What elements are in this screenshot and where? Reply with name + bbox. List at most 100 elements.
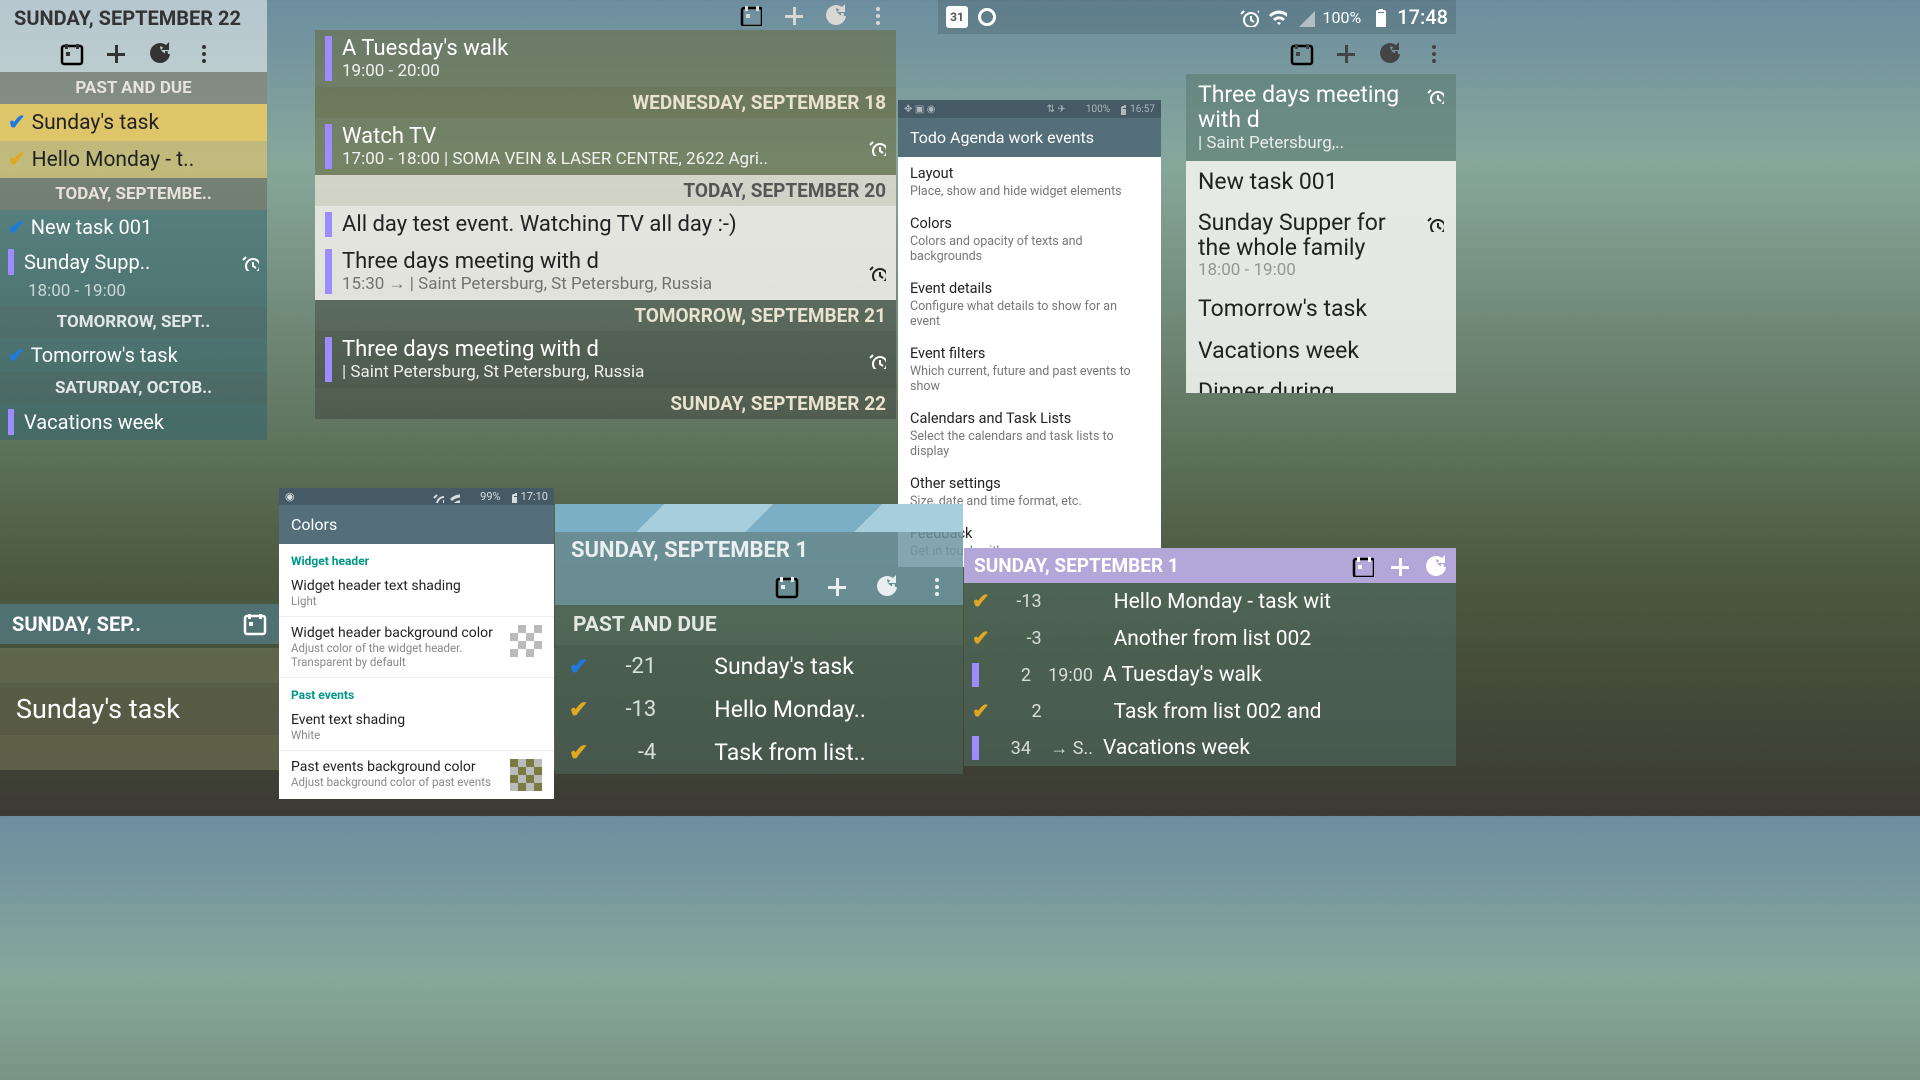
task-row[interactable]: ✔Tomorrow's task [0,338,267,372]
alarm-icon [241,253,259,271]
event-row[interactable]: Watch TV17:00 - 18:00 | SOMA VEIN & LASE… [315,118,896,175]
task-row[interactable]: ✔-4Task from list.. [555,731,963,774]
wifi-icon [1267,7,1287,27]
task-row[interactable]: ✔-13Hello Monday.. [555,688,963,731]
calendar-icon[interactable] [1352,555,1374,577]
task-row[interactable]: ✔2Task from list 002 and [964,693,1456,730]
day-header: TODAY, SEPTEMBER 20 [315,175,896,206]
refresh-icon[interactable] [875,575,899,599]
task-row[interactable]: ✔-13Hello Monday - task wit [964,583,1456,620]
check-icon: ✔ [8,110,26,135]
add-icon[interactable] [825,575,849,599]
event-row[interactable]: Three days meeting with d15:30 → | Saint… [315,243,896,300]
settings-title: Todo Agenda work events [898,118,1161,157]
calendar-icon[interactable] [775,575,799,599]
refresh-icon[interactable] [1424,555,1446,577]
refresh-icon[interactable] [824,4,846,26]
settings-item[interactable]: Event filtersWhich current, future and p… [898,337,1161,402]
overflow-icon[interactable] [192,42,216,66]
section-saturday: SATURDAY, OCTOB.. [0,372,267,404]
color-bar [325,212,332,237]
task-row[interactable]: Sunday Supp..18:00 - 19:00 [0,244,267,306]
color-bar [325,337,332,382]
battery-icon [1369,7,1389,27]
event-row[interactable]: Dinner during [1186,371,1456,393]
refresh-icon[interactable] [148,42,172,66]
task-row[interactable]: ✔-21Sunday's task [555,645,963,688]
day-header: TOMORROW, SEPTEMBER 21 [315,300,896,331]
event-row[interactable]: A Tuesday's walk19:00 - 20:00 [315,30,896,87]
day-header: WEDNESDAY, SEPTEMBER 18 [315,87,896,118]
pref-item[interactable]: Event text shadingWhite [279,704,554,751]
overflow-icon[interactable] [925,575,949,599]
color-swatch [510,625,542,657]
calendar-icon[interactable] [243,612,267,636]
check-icon: ✔ [8,343,25,367]
color-bar [325,36,332,81]
pref-item[interactable]: Widget header background colorAdjust col… [279,617,554,678]
pref-item[interactable]: Past events background colorAdjust backg… [279,751,554,799]
section-past-due: PAST AND DUE [555,605,963,645]
widget-compact-light: SUNDAY, SEPTEMBER 22 PAST AND DUE ✔Sunda… [0,0,267,440]
widget-purple-header: SUNDAY, SEPTEMBER 1 ✔-13Hello Monday - t… [964,548,1456,766]
widget-header: SUNDAY, SEPTEMBER 1 [964,548,1456,583]
widget-date: SUNDAY, SEPTEMBER 1 [555,532,963,569]
add-icon[interactable] [1388,555,1410,577]
battery-text: 100% [1323,8,1362,27]
panel-title: Colors [279,505,554,544]
alarm-icon [1239,7,1259,27]
task-row[interactable]: Vacations week [0,404,267,440]
pref-item[interactable]: Widget header text shadingLight [279,570,554,617]
refresh-icon[interactable] [1378,42,1402,66]
color-bar [8,249,14,275]
wallpaper-pattern [555,504,963,532]
settings-item[interactable]: LayoutPlace, show and hide widget elemen… [898,157,1161,207]
mini-status-bar: ◉ 99% 17:10 [279,488,554,505]
section-tomorrow: TOMORROW, SEPT.. [0,306,267,338]
color-bar [8,409,14,435]
color-bar [325,124,332,169]
event-row[interactable]: Tomorrow's task [1186,288,1456,329]
event-row[interactable]: Three days meeting with d | Saint Peters… [1186,74,1456,161]
alarm-icon [868,263,886,281]
category-label: Past events [279,678,554,704]
day-header: SUNDAY, SEPTEMBER 22 [315,388,896,419]
widget-blue-pastdue: SUNDAY, SEPTEMBER 1 PAST AND DUE ✔-21Sun… [555,504,963,774]
check-icon: ✔ [8,147,26,172]
color-swatch [510,759,542,791]
add-icon[interactable] [782,4,804,26]
add-icon[interactable] [1334,42,1358,66]
settings-item[interactable]: Event detailsConfigure what details to s… [898,272,1161,337]
calendar-app-icon[interactable]: 31 [946,6,968,28]
overflow-icon[interactable] [1422,42,1446,66]
colors-settings-panel: ◉ 99% 17:10 Colors Widget header Widget … [279,488,554,799]
calendar-icon[interactable] [60,42,84,66]
overflow-icon[interactable] [866,4,888,26]
event-row[interactable]: Sunday Supper for the whole family18:00 … [1186,202,1456,289]
clock: 17:48 [1397,5,1448,29]
event-row[interactable]: Vacations week [1186,330,1456,371]
task-row[interactable]: ✔New task 001 [0,210,267,244]
widget-wide-olive: A Tuesday's walk19:00 - 20:00 WEDNESDAY,… [315,0,896,419]
alarm-icon [1426,214,1444,232]
w1-toolbar [0,36,267,72]
circle-icon [978,8,996,26]
section-today: TODAY, SEPTEMBE.. [0,178,267,210]
calendar-icon[interactable] [740,4,762,26]
task-row[interactable]: ✔Hello Monday - t.. [0,141,267,178]
section-past-due: PAST AND DUE [0,72,267,104]
event-row[interactable]: Three days meeting with d | Saint Peters… [315,331,896,388]
task-row[interactable]: ✔Sunday's task [0,104,267,141]
event-row[interactable]: New task 001 [1186,161,1456,202]
alarm-icon [868,351,886,369]
task-row[interactable]: 34→ S..Vacations week [964,730,1456,766]
add-icon[interactable] [104,42,128,66]
task-row[interactable]: ✔-3Another from list 002 [964,620,1456,657]
settings-item[interactable]: ColorsColors and opacity of texts and ba… [898,207,1161,272]
calendar-icon[interactable] [1290,42,1314,66]
event-row[interactable]: All day test event. Watching TV all day … [315,206,896,243]
widget-mini-header: SUNDAY, SEP.. [0,604,313,644]
task-row[interactable]: 219:00A Tuesday's walk [964,657,1456,693]
settings-item[interactable]: Calendars and Task ListsSelect the calen… [898,402,1161,467]
mini-status-bar: ✥ ▣ ◉ ⇅ ✈100% 16:57 [898,100,1161,118]
